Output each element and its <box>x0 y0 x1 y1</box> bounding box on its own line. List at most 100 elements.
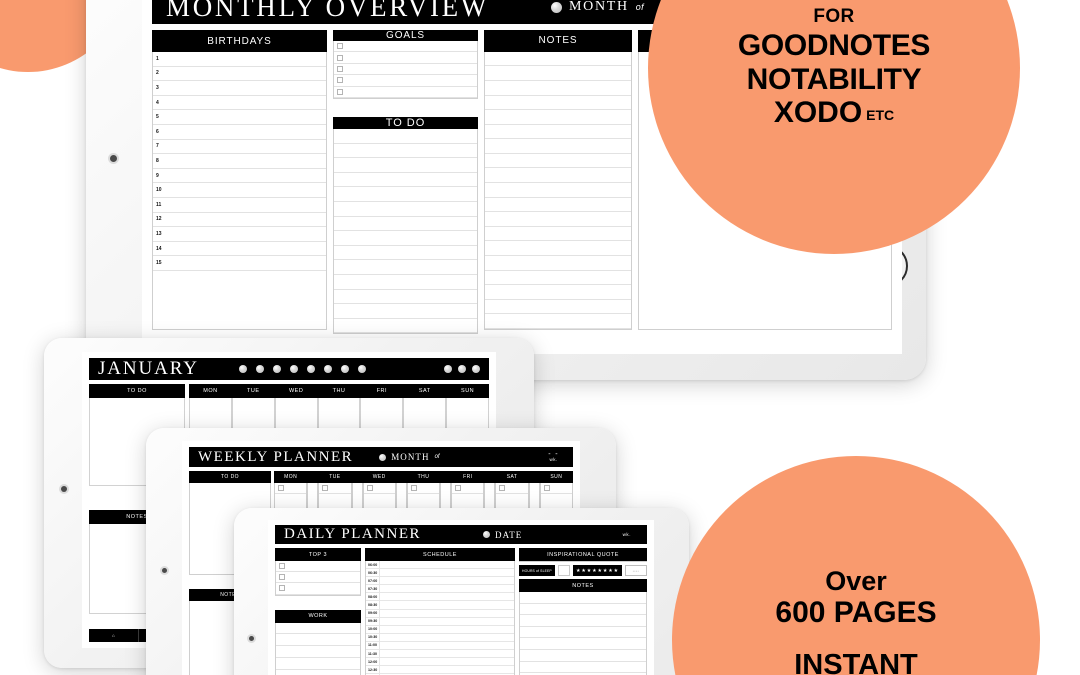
birthday-row[interactable]: 11 <box>153 198 326 213</box>
notes-row[interactable] <box>485 96 631 111</box>
notes-row[interactable] <box>520 592 646 604</box>
month-dots-group[interactable] <box>238 365 366 373</box>
quote-area[interactable] <box>519 561 647 562</box>
goal-row[interactable] <box>334 64 477 76</box>
notes-row[interactable] <box>485 256 631 271</box>
notes-row[interactable] <box>520 615 646 627</box>
birthday-row[interactable]: 14 <box>153 242 326 257</box>
notes-row[interactable] <box>520 662 646 674</box>
schedule-row[interactable]: 09:30 <box>366 617 514 626</box>
notes-row[interactable] <box>485 81 631 96</box>
top3-row[interactable] <box>276 561 360 573</box>
notes-row[interactable] <box>485 125 631 140</box>
schedule-row[interactable]: 11:00 <box>366 641 514 651</box>
day-cell[interactable] <box>407 483 440 494</box>
notes-row[interactable] <box>485 300 631 315</box>
nav-item-⌂[interactable]: ⌂ <box>89 629 139 642</box>
goal-checkbox[interactable] <box>337 65 343 72</box>
todo-row[interactable] <box>334 304 477 319</box>
todo-row[interactable] <box>334 187 477 202</box>
todo-list[interactable] <box>333 129 478 335</box>
date-selector[interactable]: DATE <box>483 530 522 540</box>
notes-row[interactable] <box>485 183 631 198</box>
month-dot[interactable] <box>340 365 349 373</box>
goal-row[interactable] <box>334 75 477 87</box>
todo-row[interactable] <box>334 217 477 232</box>
todo-row[interactable] <box>334 158 477 173</box>
schedule-row[interactable]: 11:30 <box>366 650 514 659</box>
notes-row[interactable] <box>485 227 631 242</box>
extra-dots-group[interactable] <box>444 365 480 373</box>
notes-row[interactable] <box>520 604 646 616</box>
month-dot[interactable] <box>255 365 264 373</box>
day-cell[interactable] <box>496 483 528 494</box>
birthday-row[interactable]: 13 <box>153 227 326 242</box>
day-checkbox[interactable] <box>366 485 373 491</box>
day-checkbox[interactable] <box>499 485 506 491</box>
day-cell[interactable] <box>363 483 395 494</box>
todo-row[interactable] <box>334 319 477 334</box>
notes-row[interactable] <box>485 314 631 329</box>
day-checkbox[interactable] <box>322 485 329 491</box>
schedule-row[interactable]: 09:00 <box>366 609 514 618</box>
month-dot[interactable] <box>306 365 315 373</box>
goal-row[interactable] <box>334 87 477 98</box>
notes-row[interactable] <box>520 627 646 639</box>
work-row[interactable] <box>276 658 360 670</box>
schedule-row[interactable]: 07:30 <box>366 585 514 594</box>
notes-row[interactable] <box>485 198 631 213</box>
birthday-row[interactable]: 2 <box>153 67 326 82</box>
notes-area[interactable] <box>484 51 632 330</box>
week-number-field[interactable]: - - wk. <box>548 451 559 464</box>
day-checkbox[interactable] <box>410 485 417 491</box>
day-cell[interactable] <box>319 483 351 494</box>
sleep-input[interactable] <box>557 565 570 576</box>
sleep-stars[interactable]: ★★★★★★★★ <box>572 565 622 576</box>
todo-row[interactable] <box>334 246 477 261</box>
todo-row[interactable] <box>334 290 477 305</box>
goal-row[interactable] <box>334 52 477 64</box>
schedule-list[interactable]: 06:00 06:30 07:00 07:30 08:00 08:30 09:00 09:30… <box>365 561 515 675</box>
birthday-row[interactable]: 5 <box>153 110 326 125</box>
month-dot[interactable] <box>323 365 332 373</box>
notes-row[interactable] <box>485 110 631 125</box>
top3-checkbox[interactable] <box>279 585 285 592</box>
notes-row[interactable] <box>485 241 631 257</box>
birthday-row[interactable]: 3 <box>153 81 326 96</box>
schedule-row[interactable]: 08:00 <box>366 593 514 602</box>
sleep-extra-box[interactable]: •••• <box>625 565 647 576</box>
sleep-tracker[interactable]: HOURS of SLEEP ★★★★★★★★ •••• <box>519 565 647 576</box>
day-checkbox[interactable] <box>455 485 462 491</box>
goal-row[interactable] <box>334 41 477 53</box>
top3-checkbox[interactable] <box>279 563 285 570</box>
notes-row[interactable] <box>485 168 631 184</box>
day-cell[interactable] <box>452 483 484 494</box>
birthday-row[interactable]: 4 <box>153 96 326 111</box>
day-checkbox[interactable] <box>543 485 550 491</box>
schedule-row[interactable]: 06:00 <box>366 561 514 570</box>
notes-row[interactable] <box>520 650 646 662</box>
notes-row[interactable] <box>485 52 631 67</box>
notes-row[interactable] <box>485 154 631 169</box>
notes-row[interactable] <box>485 139 631 154</box>
month-dot[interactable] <box>238 365 247 373</box>
day-cell[interactable] <box>275 483 307 494</box>
birthday-row[interactable]: 7 <box>153 140 326 155</box>
schedule-row[interactable]: 12:30 <box>366 666 514 675</box>
extra-dot[interactable] <box>458 365 466 373</box>
month-selector[interactable]: MONTH of <box>379 452 440 462</box>
birthday-row[interactable]: 15 <box>153 256 326 271</box>
schedule-row[interactable]: 12:00 <box>366 658 514 667</box>
birthdays-list[interactable]: 1 2 3 4 5 6 7 8 9 10 11 12 13 14 15 <box>152 52 327 330</box>
month-dot[interactable] <box>357 365 366 373</box>
schedule-row[interactable]: 10:30 <box>366 633 514 642</box>
goal-checkbox[interactable] <box>337 77 343 84</box>
goal-checkbox[interactable] <box>337 54 343 61</box>
goal-checkbox[interactable] <box>337 43 343 50</box>
birthday-row[interactable]: 8 <box>153 154 326 169</box>
birthday-row[interactable]: 6 <box>153 125 326 140</box>
top3-row[interactable] <box>276 583 360 595</box>
todo-row[interactable] <box>334 260 477 275</box>
work-row[interactable] <box>276 634 360 647</box>
top3-list[interactable] <box>275 561 361 596</box>
